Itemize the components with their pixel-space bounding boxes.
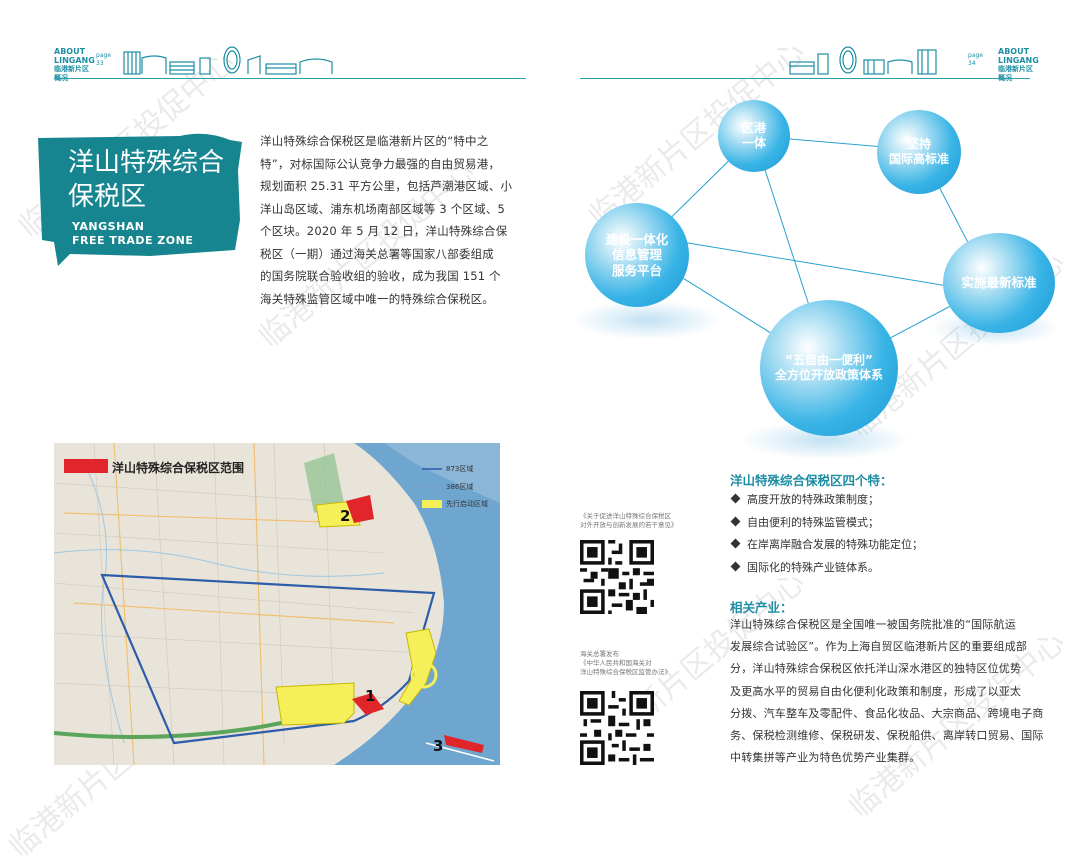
map-legend-item: 873区域 [446,465,474,473]
diamond-bullet-icon [730,516,741,526]
map-legend-title: 洋山特殊综合保税区范围 [112,461,245,475]
bubble-info-platform: 建设一体化 信息管理 服务平台 [585,203,689,307]
bubble-international-standard: 坚持 国际高标准 [877,110,961,194]
header-divider [580,78,1030,79]
features-title: 洋山特殊综合保税区四个特： [730,473,893,488]
bubble-latest-standard: 实施最新标准 [943,233,1055,333]
diamond-bullet-icon [730,561,741,571]
city-skyline-icon [789,46,937,75]
map-legend-item: 先行启动区域 [446,500,488,508]
zone-map: 洋山特殊综合保税区范围 873区域 386区域 先行启动区域 1 2 3 [54,443,500,765]
features-list: 高度开放的特殊政策制度； 自由便利的特殊监管模式； 在岸离岸融合发展的特殊功能定… [730,489,1032,580]
diamond-bullet-icon [730,538,741,549]
map-label-3: 3 [433,737,444,755]
banner-title: 洋山特殊综合 保税区 [68,148,225,212]
map-graphic [54,443,500,765]
qr-caption-1: 《关于促进洋山特殊综合保税区 对外开放与创新发展的若干意见》 [580,512,678,529]
industry-paragraph: 洋山特殊综合保税区是全国唯一被国务院批准的“国际航运 发展综合试验区”。作为上海… [730,618,1044,765]
banner-subtitle: YANGSHAN FREE TRADE ZONE [72,220,194,247]
bubble-port-integration: 区港 一体 [718,100,790,172]
qr-code-icon[interactable] [580,691,654,765]
intro-paragraph: 洋山特殊综合保税区是临港新片区的“特中之 特”，对标国际公认竞争力最强的自由贸易… [260,134,513,306]
list-item: 在岸离岸融合发展的特殊功能定位； [730,534,1032,557]
map-legend-item: 386区域 [446,483,474,491]
map-label-2: 2 [340,507,351,525]
list-item: 国际化的特殊产业链体系。 [730,557,1032,580]
diamond-bullet-icon [730,493,741,504]
page-number: page 34 [968,52,983,67]
city-skyline-icon [123,46,333,75]
header-divider [54,78,526,79]
page-number: page 33 [96,52,111,67]
list-item: 自由便利的特殊监管模式； [730,512,1032,535]
list-item: 高度开放的特殊政策制度； [730,489,1032,512]
bubble-open-policy: “五自由一便利” 全方位开放政策体系 [760,300,898,436]
map-label-1: 1 [365,687,376,705]
qr-caption-2: 海关总署发布 《中华人民共和国海关对 洋山特殊综合保税区监管办法》 [580,650,671,676]
qr-code-icon[interactable] [580,540,654,614]
